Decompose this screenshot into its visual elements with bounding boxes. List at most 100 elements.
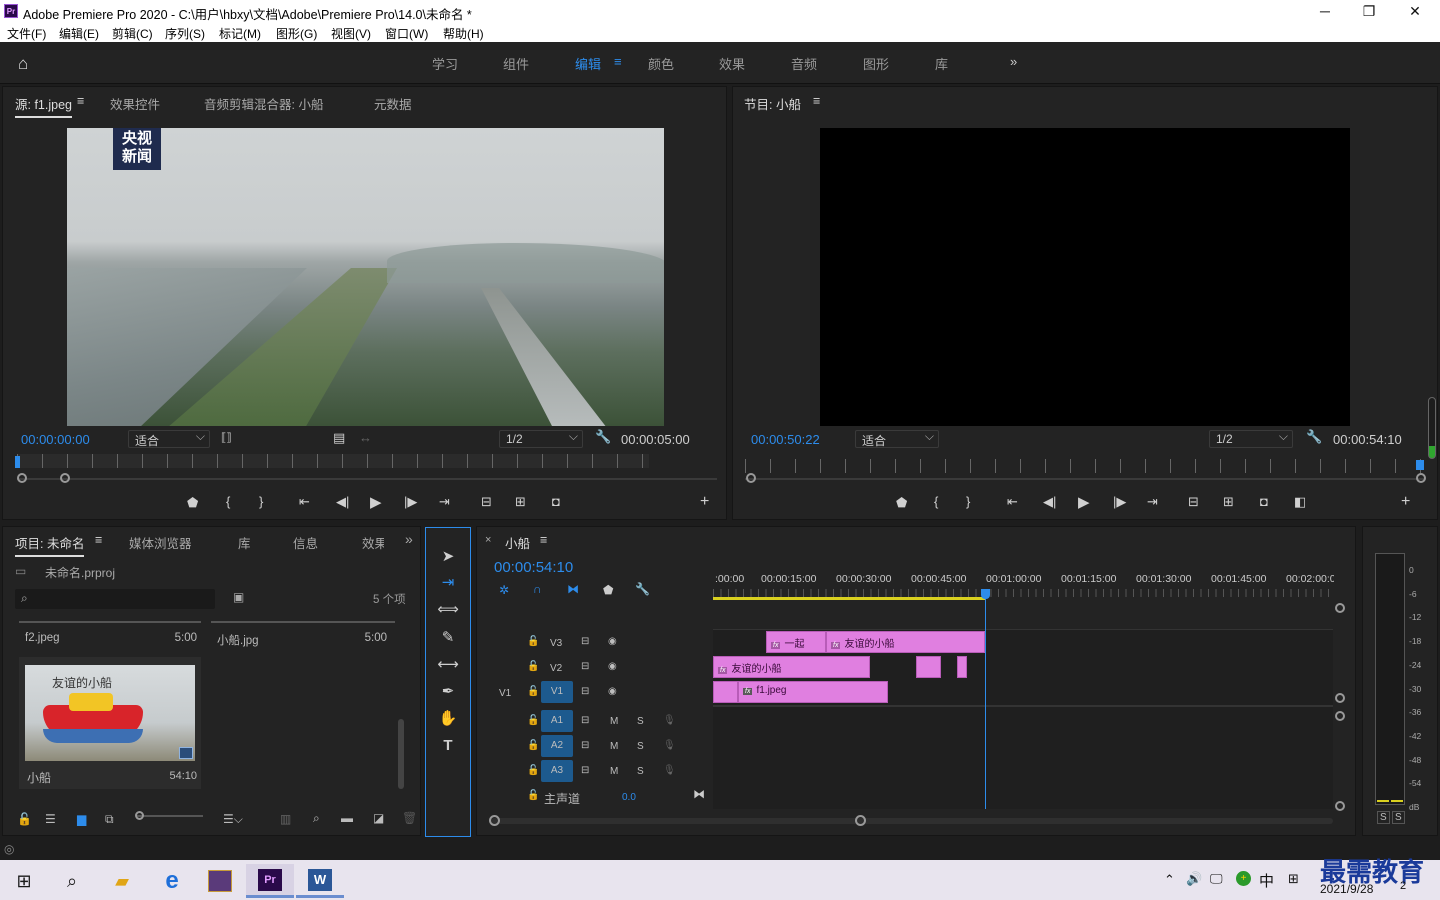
sync-lock-icon[interactable]: ⊟ xyxy=(581,661,589,672)
source-resolution-dropdown[interactable]: 1/2 xyxy=(499,429,583,448)
lock-icon[interactable]: 🔓 xyxy=(527,636,539,647)
lock-icon[interactable]: 🔓 xyxy=(527,740,539,751)
program-wrench-icon[interactable]: 🔧 xyxy=(1306,429,1322,445)
find-icon[interactable]: ⌕ xyxy=(313,811,320,826)
timeline-ruler[interactable]: :00:00 00:00:15:00 00:00:30:00 00:00:45:… xyxy=(713,571,1335,601)
game-app-icon[interactable] xyxy=(196,864,244,898)
track-label-a3[interactable]: A3 xyxy=(541,760,573,782)
list-view-icon[interactable]: ☰ xyxy=(45,812,56,826)
ws-tab-graphics[interactable]: 图形 xyxy=(863,54,889,73)
tab-source[interactable]: 源: f1.jpeg xyxy=(15,94,72,118)
program-add-marker-icon[interactable]: ⬟ xyxy=(896,495,907,511)
lift-icon[interactable]: ⊟ xyxy=(1188,494,1199,510)
lock-icon[interactable]: 🔓 xyxy=(527,790,539,801)
menu-window[interactable]: 窗口(W) xyxy=(385,25,428,42)
timeline-timecode[interactable]: 00:00:54:10 xyxy=(494,559,573,576)
program-menu-icon[interactable]: ≡ xyxy=(813,94,820,108)
source-patch-v1[interactable]: V1 xyxy=(499,688,511,699)
menu-clip[interactable]: 剪辑(C) xyxy=(112,25,153,42)
program-title[interactable]: 节目: 小船 xyxy=(744,94,801,113)
h-scroll-handle-left[interactable] xyxy=(489,815,500,826)
voiceover-mic-icon[interactable]: 🎙 xyxy=(663,715,676,726)
tab-libraries[interactable]: 库 xyxy=(238,533,251,552)
solo-button[interactable]: S xyxy=(637,741,644,752)
clip-v1-f1-jpeg[interactable]: fx f1.jpeg xyxy=(738,681,888,703)
export-frame-icon[interactable]: ◘ xyxy=(1260,494,1268,509)
file-explorer-icon[interactable]: ▰ xyxy=(98,864,146,898)
insert-icon[interactable]: ⊟ xyxy=(481,494,492,510)
program-zoom-handle-left[interactable] xyxy=(746,473,756,483)
maximize-button[interactable]: ❐ xyxy=(1346,1,1392,21)
sequence-tab[interactable]: 小船 xyxy=(505,533,530,552)
a-scroll-handle-top[interactable] xyxy=(1335,711,1345,721)
thumb-size-handle[interactable] xyxy=(135,811,144,820)
snap-icon[interactable]: ∩ xyxy=(533,582,542,596)
eye-icon[interactable]: ◉ xyxy=(608,636,617,647)
clip-v3-together[interactable]: fx 一起 xyxy=(766,631,826,653)
close-sequence-icon[interactable]: × xyxy=(485,534,491,546)
program-zoom-bar[interactable] xyxy=(745,478,1425,480)
premiere-taskbar-icon[interactable]: Pr xyxy=(246,864,294,898)
a-scroll-handle-bottom[interactable] xyxy=(1335,801,1345,811)
ws-menu-icon[interactable]: ≡ xyxy=(614,54,622,69)
track-select-tool-icon[interactable]: ⇥ xyxy=(437,572,459,594)
icon-view-icon[interactable]: ▆ xyxy=(77,812,86,826)
eye-icon[interactable]: ◉ xyxy=(608,686,617,697)
program-fit-dropdown[interactable]: 适合 xyxy=(855,429,939,448)
clip-icon[interactable]: ▤ xyxy=(333,430,345,446)
v-scroll-handle-mid[interactable] xyxy=(1335,693,1345,703)
project-item-f2[interactable]: f2.jpeg 5:00 xyxy=(19,621,201,651)
taskbar-search-icon[interactable]: ⌕ xyxy=(48,864,96,898)
program-step-forward-icon[interactable]: |▶ xyxy=(1113,494,1126,510)
program-go-to-out-icon[interactable]: ⇥ xyxy=(1147,494,1158,510)
tab-audio-clip-mixer[interactable]: 音频剪辑混合器: 小船 xyxy=(204,94,323,113)
sync-lock-icon[interactable]: ⊟ xyxy=(581,740,589,751)
ws-more-button[interactable]: » xyxy=(1010,54,1017,69)
mute-button[interactable]: M xyxy=(610,766,618,777)
word-taskbar-icon[interactable]: W xyxy=(296,864,344,898)
clip-v3-friendship-boat[interactable]: fx 友谊的小船 xyxy=(826,631,985,653)
track-label-v2[interactable]: V2 xyxy=(550,663,562,674)
clip-v2-small-2[interactable] xyxy=(957,656,967,678)
track-label-a1[interactable]: A1 xyxy=(541,710,573,732)
tab-effects[interactable]: 效果 xyxy=(362,533,384,552)
menu-help[interactable]: 帮助(H) xyxy=(443,25,484,42)
clock-date[interactable]: 2021/9/28 xyxy=(1320,882,1373,896)
overwrite-icon[interactable]: ⊞ xyxy=(515,494,526,510)
zoom-handle-left[interactable] xyxy=(17,473,27,483)
solo-button[interactable]: S xyxy=(637,716,644,727)
go-to-next-edit-icon[interactable]: ⧓ xyxy=(693,787,705,801)
network-icon[interactable]: 🖵 xyxy=(1210,871,1223,887)
solo-right-button[interactable]: S xyxy=(1392,811,1405,824)
more-panels-icon[interactable]: » xyxy=(405,531,413,547)
hand-tool-icon[interactable]: ✋ xyxy=(437,708,459,730)
ripple-edit-tool-icon[interactable]: ⟺ xyxy=(437,599,459,621)
ws-tab-learn[interactable]: 学习 xyxy=(432,54,458,73)
freeform-view-icon[interactable]: ⧉ xyxy=(105,812,114,827)
timeline-playhead-line[interactable] xyxy=(985,593,986,809)
program-step-back-icon[interactable]: ◀| xyxy=(1043,494,1056,510)
timeline-settings-icon[interactable]: 🔧 xyxy=(635,582,650,596)
source-menu-icon[interactable]: ≡ xyxy=(77,94,84,108)
timeline-playhead-head[interactable] xyxy=(981,589,990,599)
voiceover-mic-icon[interactable]: 🎙 xyxy=(663,740,676,751)
program-playhead[interactable] xyxy=(1416,460,1424,470)
project-search-input[interactable]: ⌕ xyxy=(15,589,215,609)
linked-selection-icon[interactable]: ⧓ xyxy=(567,582,579,596)
zoom-handle-right[interactable] xyxy=(60,473,70,483)
h-scroll-handle-right[interactable] xyxy=(855,815,866,826)
minimize-button[interactable]: ─ xyxy=(1302,1,1348,21)
program-play-icon[interactable]: ▶ xyxy=(1078,493,1090,511)
project-item-boat-sequence[interactable]: 友谊的小船 小船 54:10 xyxy=(19,657,201,789)
menu-edit[interactable]: 编辑(E) xyxy=(59,25,99,42)
program-time-ruler[interactable] xyxy=(745,459,1425,473)
new-bin-from-search-icon[interactable]: ▣ xyxy=(233,590,244,604)
menu-sequence[interactable]: 序列(S) xyxy=(165,25,205,42)
track-label-v1[interactable]: V1 xyxy=(541,681,573,703)
selection-tool-icon[interactable]: ➤ xyxy=(437,546,459,568)
tab-metadata[interactable]: 元数据 xyxy=(374,94,412,113)
play-icon[interactable]: ▶ xyxy=(370,493,382,511)
program-resolution-dropdown[interactable]: 1/2 xyxy=(1209,429,1293,448)
timeline-marker-icon[interactable]: ⬟ xyxy=(603,583,613,597)
track-label-v3[interactable]: V3 xyxy=(550,638,562,649)
